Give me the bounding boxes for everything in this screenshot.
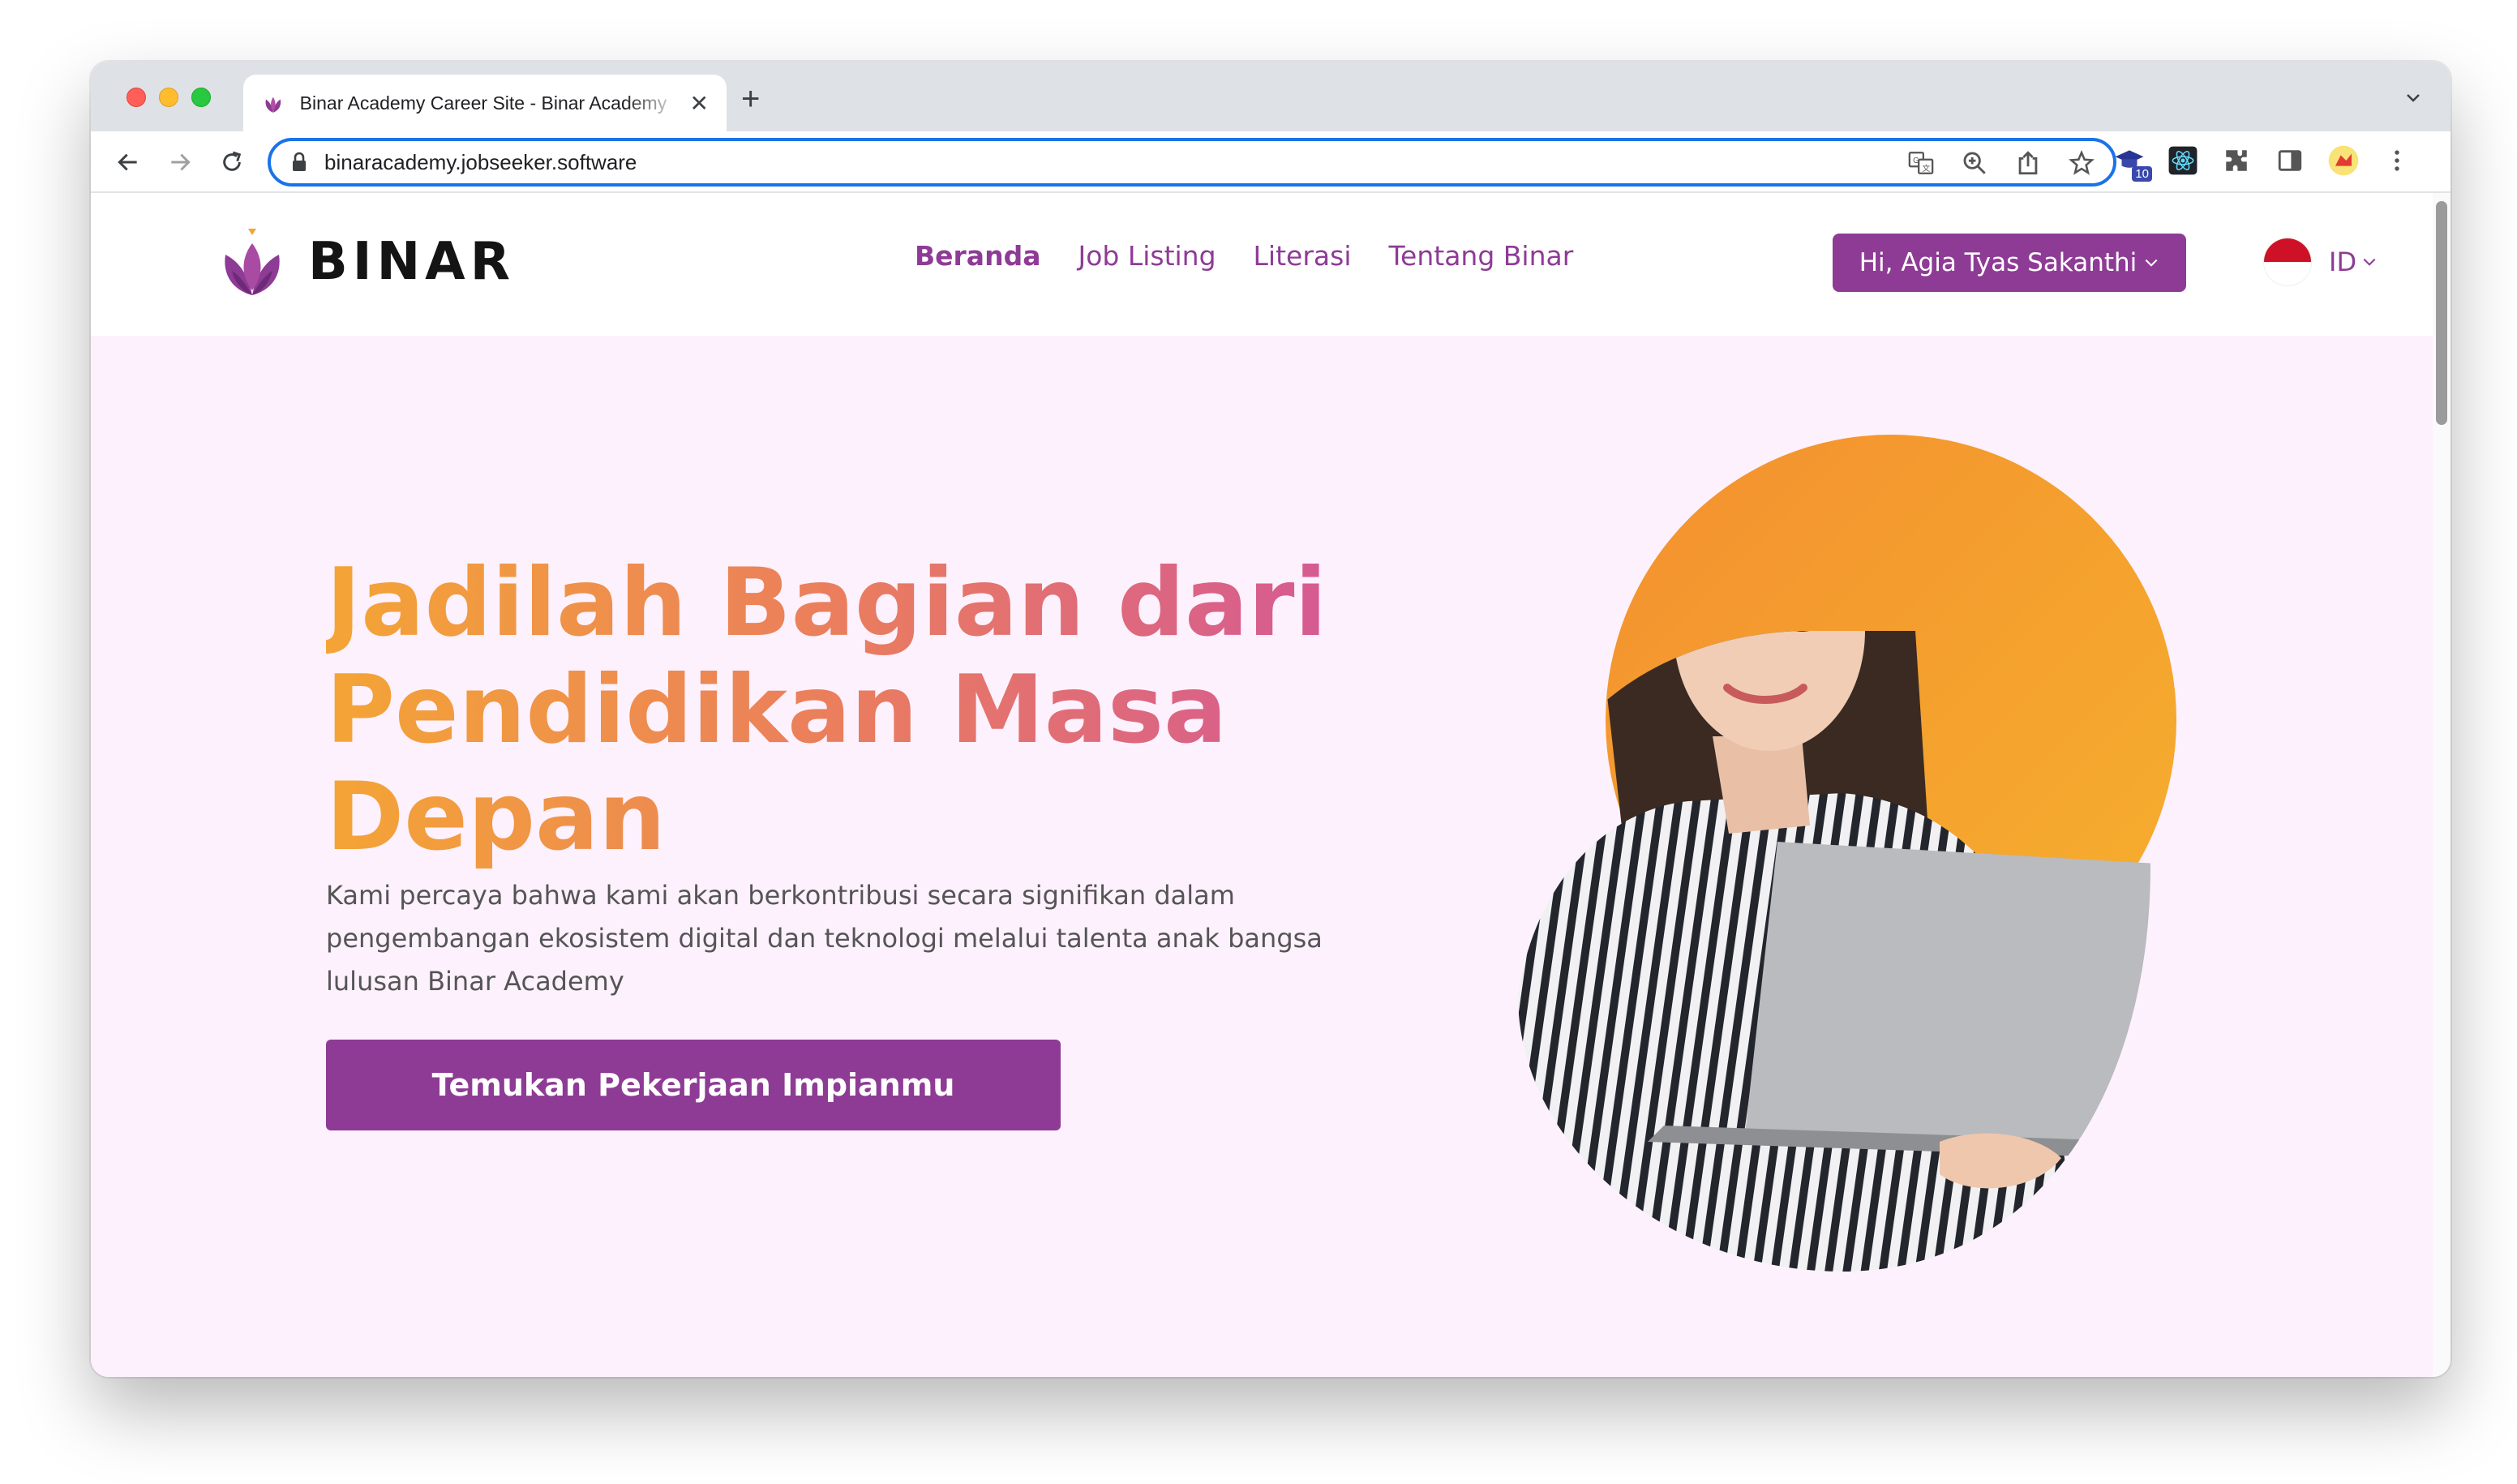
side-panel-icon[interactable] (2274, 144, 2306, 177)
extension-badge: 10 (2132, 166, 2152, 182)
nav-item-tentang-binar[interactable]: Tentang Binar (1389, 240, 1574, 272)
tab-bar: Binar Academy Career Site - Binar Academ… (91, 62, 2451, 131)
hero-title-line2: Pendidikan Masa Depan (326, 655, 1228, 872)
new-tab-button[interactable]: + (741, 81, 760, 118)
user-greeting: Hi, Agia Tyas Sakanthi (1859, 248, 2138, 277)
url-text: binaracademy.jobseeker.software (324, 149, 637, 174)
language-selector[interactable]: ID (2264, 238, 2378, 285)
zoom-icon[interactable] (1959, 148, 1990, 178)
indonesia-flag-icon (2264, 238, 2311, 285)
browser-toolbar: binaracademy.jobseeker.software G文 10 (91, 131, 2451, 193)
reload-icon (223, 151, 242, 171)
reload-button[interactable] (216, 146, 248, 178)
forward-button[interactable] (164, 146, 196, 178)
maximize-window-button[interactable] (191, 88, 211, 107)
lock-icon (293, 152, 306, 171)
profile-avatar-icon[interactable] (2327, 144, 2360, 177)
extensions-puzzle-icon[interactable] (2220, 144, 2253, 177)
chevron-down-icon (2363, 258, 2376, 266)
user-menu-button[interactable]: Hi, Agia Tyas Sakanthi (1833, 234, 2186, 292)
translate-icon[interactable]: G文 (1906, 148, 1936, 178)
back-button[interactable] (112, 146, 144, 178)
share-icon[interactable] (2013, 148, 2043, 178)
close-window-button[interactable] (126, 88, 146, 107)
site-header: BINAR Beranda Job Listing Literasi Tenta… (91, 193, 2451, 336)
browser-menu-icon[interactable] (2381, 144, 2413, 177)
hero-title-line1: Jadilah Bagian dari (326, 548, 1327, 658)
bookmark-star-icon[interactable] (2066, 148, 2097, 178)
tab-close-icon[interactable]: ✕ (690, 90, 709, 117)
hero-woman-laptop-image (1518, 435, 2176, 1272)
logo-text: BINAR (308, 232, 515, 292)
arrow-left-icon (118, 153, 137, 171)
web-page: BINAR Beranda Job Listing Literasi Tenta… (91, 193, 2451, 1377)
binar-lotus-icon (225, 229, 280, 295)
page-scrollbar[interactable] (2433, 193, 2451, 1377)
language-code: ID (2329, 247, 2357, 277)
react-devtools-icon[interactable] (2167, 144, 2199, 177)
chevron-down-icon (2145, 259, 2158, 267)
browser-tab[interactable]: Binar Academy Career Site - Binar Academ… (243, 75, 727, 131)
tab-search-chevron-icon[interactable] (2403, 88, 2423, 107)
minimize-window-button[interactable] (159, 88, 178, 107)
main-nav: Beranda Job Listing Literasi Tentang Bin… (915, 240, 1573, 272)
nav-item-beranda[interactable]: Beranda (915, 240, 1040, 272)
arrow-right-icon (171, 153, 191, 171)
tab-title: Binar Academy Career Site - Binar Academ… (299, 92, 667, 114)
address-bar[interactable]: binaracademy.jobseeker.software G文 (268, 138, 2116, 187)
scrollbar-thumb[interactable] (2436, 201, 2447, 425)
binar-favicon-icon (265, 97, 281, 113)
nav-item-job-listing[interactable]: Job Listing (1078, 240, 1216, 272)
hero-title: Jadilah Bagian dari Pendidikan Masa Depa… (326, 550, 1477, 871)
svg-text:G: G (1913, 157, 1919, 165)
browser-window: Binar Academy Career Site - Binar Academ… (91, 62, 2451, 1377)
binar-logo[interactable]: BINAR (216, 225, 515, 298)
graduation-cap-extension-icon[interactable]: 10 (2113, 144, 2152, 182)
nav-item-literasi[interactable]: Literasi (1254, 240, 1352, 272)
find-job-button[interactable]: Temukan Pekerjaan Impianmu (326, 1040, 1061, 1130)
svg-text:文: 文 (1922, 163, 1930, 174)
hero-description: Kami percaya bahwa kami akan berkontribu… (326, 880, 1323, 997)
